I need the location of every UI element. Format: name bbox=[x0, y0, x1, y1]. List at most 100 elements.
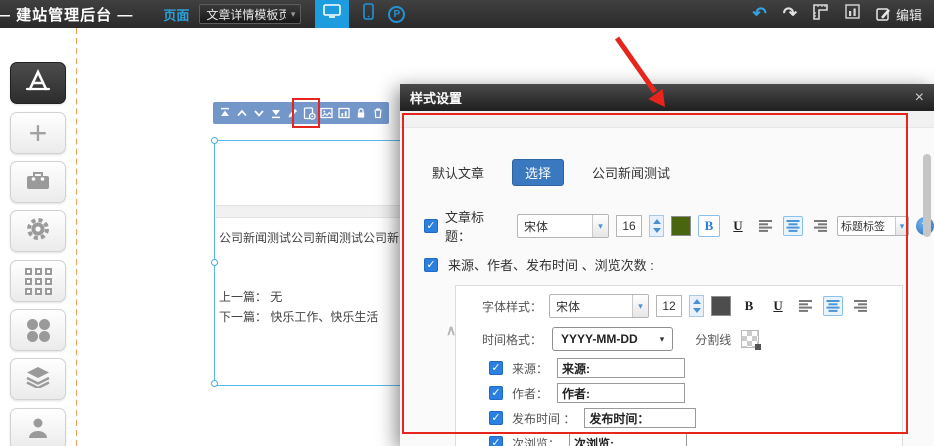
user-icon bbox=[26, 415, 50, 444]
selection-handle[interactable] bbox=[211, 380, 218, 387]
move-to-bottom-icon[interactable] bbox=[269, 107, 282, 120]
title-align-right-button[interactable] bbox=[810, 216, 830, 236]
sidebar-user-button[interactable] bbox=[10, 408, 66, 446]
desktop-view-button[interactable] bbox=[315, 0, 349, 28]
sidebar-components-button[interactable] bbox=[10, 309, 66, 351]
step-up-icon[interactable] bbox=[693, 299, 701, 304]
selected-article-name: 公司新闻测试 bbox=[592, 163, 670, 182]
page-menu[interactable]: 页面 bbox=[163, 5, 189, 24]
preview-link-button[interactable]: P bbox=[388, 6, 405, 23]
sidebar-layers-button[interactable] bbox=[10, 358, 66, 400]
gear-icon bbox=[25, 216, 51, 247]
selection-handle[interactable] bbox=[211, 259, 218, 266]
divider-transparency-swatch[interactable] bbox=[741, 330, 759, 348]
meta-underline-button[interactable]: U bbox=[767, 295, 789, 317]
style-settings-icon[interactable] bbox=[303, 107, 316, 120]
author-checkbox[interactable]: ✓ bbox=[489, 386, 503, 400]
app-title: — 建站管理后台 — bbox=[0, 4, 133, 25]
publish-time-input[interactable] bbox=[584, 408, 696, 428]
trash-icon[interactable] bbox=[371, 107, 384, 120]
move-to-top-icon[interactable] bbox=[218, 107, 231, 120]
caret-down-icon: ▾ bbox=[592, 215, 608, 237]
font-style-label: 字体样式： bbox=[482, 298, 542, 315]
sidebar-toolbox-button[interactable] bbox=[10, 161, 66, 203]
step-down-icon[interactable] bbox=[653, 228, 661, 233]
divider-label: 分割线 bbox=[695, 331, 731, 348]
meta-align-center-button[interactable] bbox=[823, 296, 843, 316]
sidebar-add-module-button[interactable]: + bbox=[10, 112, 66, 154]
edit-label: 编辑 bbox=[896, 5, 922, 24]
next-article-line: 下一篇： 快乐工作、快乐生活 bbox=[219, 308, 378, 325]
redo-icon[interactable]: ↷ bbox=[783, 4, 797, 24]
dialog-titlebar[interactable]: 样式设置 × bbox=[400, 84, 934, 111]
element-toolbar bbox=[213, 102, 389, 124]
title-size-value[interactable]: 16 bbox=[616, 215, 642, 237]
collapse-chevron-icon[interactable]: ∧ bbox=[446, 322, 456, 339]
caret-down-icon: ▾ bbox=[895, 217, 908, 235]
move-down-icon[interactable] bbox=[252, 107, 265, 120]
select-article-button[interactable]: 选择 bbox=[512, 159, 564, 186]
title-underline-button[interactable]: U bbox=[727, 215, 749, 237]
edit-button[interactable]: 编辑 bbox=[876, 5, 922, 24]
template-dropdown[interactable]: 文章详情模板页 ▾ bbox=[199, 4, 301, 24]
meta-color-swatch[interactable] bbox=[711, 296, 731, 316]
meta-font-select[interactable]: 宋体 ▾ bbox=[549, 294, 649, 318]
source-row: ✓ 来源： bbox=[489, 358, 685, 378]
title-color-swatch[interactable] bbox=[671, 216, 691, 236]
meta-label: 来源、作者、发布时间 、浏览次数 : bbox=[448, 255, 654, 274]
views-checkbox[interactable]: ✓ bbox=[489, 436, 503, 446]
author-row: ✓ 作者： bbox=[489, 383, 685, 403]
time-format-select[interactable]: YYYY-MM-DD ▾ bbox=[552, 327, 673, 351]
meta-align-left-button[interactable] bbox=[796, 296, 816, 316]
sidebar-settings-button[interactable] bbox=[10, 210, 66, 252]
title-checkbox[interactable]: ✓ bbox=[424, 219, 438, 233]
views-row: ✓ 次浏览： bbox=[489, 433, 687, 446]
meta-align-right-button[interactable] bbox=[850, 296, 870, 316]
caret-down-icon: ▾ bbox=[632, 295, 648, 317]
title-row-label: 文章标题： bbox=[445, 207, 508, 245]
mobile-view-button[interactable] bbox=[363, 3, 374, 25]
next-label: 下一篇： bbox=[219, 310, 267, 324]
prev-value[interactable]: 无 bbox=[270, 290, 282, 304]
topbar: — 建站管理后台 — 页面 文章详情模板页 ▾ P ↶ ↷ bbox=[0, 0, 934, 28]
publish-time-row: ✓ 发布时间 ： bbox=[489, 408, 696, 428]
title-tag-select[interactable]: 标题标签 ▾ bbox=[837, 216, 909, 236]
source-input[interactable] bbox=[557, 358, 685, 378]
next-value[interactable]: 快乐工作、快乐生活 bbox=[270, 310, 378, 324]
title-align-center-button[interactable] bbox=[783, 216, 803, 236]
close-icon[interactable]: × bbox=[915, 90, 924, 106]
title-align-left-button[interactable] bbox=[756, 216, 776, 236]
article-source-row: 默认文章 选择 公司新闻测试 bbox=[432, 159, 670, 186]
author-input[interactable] bbox=[557, 383, 685, 403]
title-size-stepper[interactable] bbox=[649, 215, 664, 237]
source-checkbox[interactable]: ✓ bbox=[489, 361, 503, 375]
topbar-actions: ↶ ↷ 编辑 bbox=[752, 4, 922, 25]
ruler-icon[interactable] bbox=[813, 4, 829, 25]
stats-icon[interactable] bbox=[845, 4, 860, 24]
lock-icon[interactable] bbox=[354, 107, 367, 120]
undo-icon[interactable]: ↶ bbox=[752, 4, 766, 24]
meta-font-row: 字体样式： 宋体 ▾ 12 B U bbox=[482, 294, 870, 318]
edit-content-icon[interactable] bbox=[286, 107, 299, 120]
image-settings-icon[interactable] bbox=[320, 107, 333, 120]
dialog-scrollbar[interactable] bbox=[923, 154, 931, 237]
sidebar-design-tools-button[interactable] bbox=[10, 62, 66, 104]
meta-size-stepper[interactable] bbox=[689, 295, 704, 317]
meta-style-panel: ∧ 字体样式： 宋体 ▾ 12 B U bbox=[455, 285, 903, 446]
title-font-select[interactable]: 宋体 ▾ bbox=[517, 214, 609, 238]
chart-settings-icon[interactable] bbox=[337, 107, 350, 120]
step-up-icon[interactable] bbox=[653, 219, 661, 224]
caret-down-icon: ▾ bbox=[660, 334, 665, 345]
views-input[interactable] bbox=[569, 433, 687, 446]
title-bold-button[interactable]: B bbox=[698, 215, 720, 237]
meta-checkbox[interactable]: ✓ bbox=[424, 258, 438, 272]
selection-handle[interactable] bbox=[211, 137, 218, 144]
publish-time-checkbox[interactable]: ✓ bbox=[489, 411, 503, 425]
sidebar-modules-button[interactable] bbox=[10, 260, 66, 302]
time-format-label: 时间格式： bbox=[482, 331, 542, 348]
move-up-icon[interactable] bbox=[235, 107, 248, 120]
sidebar: + bbox=[0, 28, 76, 446]
meta-bold-button[interactable]: B bbox=[738, 295, 760, 317]
step-down-icon[interactable] bbox=[693, 308, 701, 313]
meta-size-value[interactable]: 12 bbox=[656, 295, 682, 317]
